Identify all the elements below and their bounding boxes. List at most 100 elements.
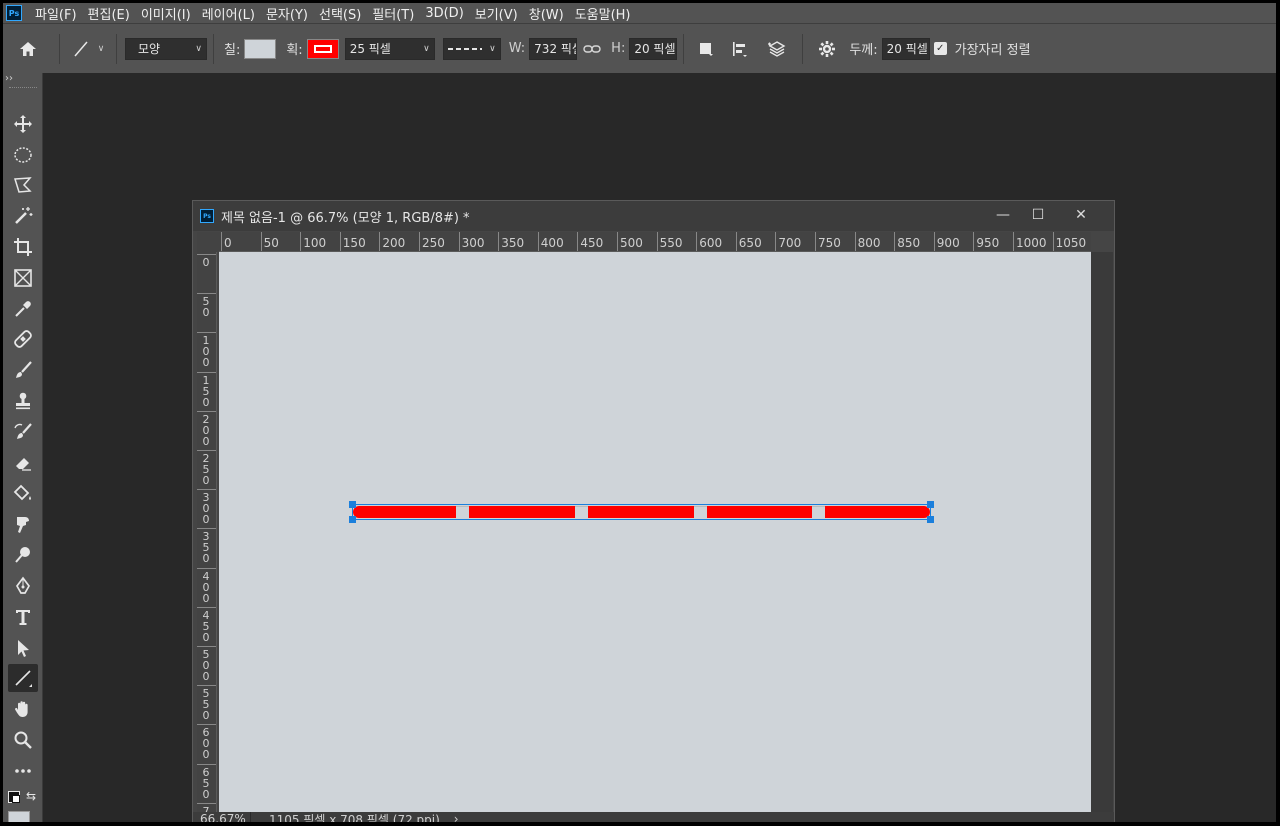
separator <box>116 33 117 64</box>
polygon-lasso-icon[interactable] <box>8 171 38 199</box>
menu-window[interactable]: 창(W) <box>529 4 564 23</box>
swap-colors-icon[interactable]: ⇆ <box>26 789 36 803</box>
menu-edit[interactable]: 편집(E) <box>88 4 130 23</box>
menu-type[interactable]: 문자(Y) <box>266 4 308 23</box>
maximize-button[interactable]: ☐ <box>1023 205 1053 225</box>
separator <box>59 33 60 64</box>
crop-icon[interactable] <box>8 233 38 261</box>
ruler-tick <box>197 489 216 491</box>
mode-select[interactable]: 모양 ∨ <box>125 37 207 60</box>
options-bar: ∨ 모양 ∨ 칠: 획: 25 픽셀 ∨ ∨ W: 732 픽셀 H: 20 픽… <box>3 23 1276 73</box>
vertical-ruler[interactable]: 0 50 100 150 200 250 300 350 400 450 500 550 600 650 7… <box>197 252 217 812</box>
tools-panel: ›› ⇆ <box>3 73 43 822</box>
ruler-label: 350 <box>501 236 525 250</box>
tool-preset-picker[interactable]: ∨ <box>66 39 110 59</box>
ruler-label: 0 <box>224 236 232 250</box>
frame-icon[interactable] <box>8 264 38 292</box>
type-icon[interactable] <box>8 603 38 631</box>
ruler-tick <box>197 371 216 373</box>
close-button[interactable]: ✕ <box>1066 205 1096 225</box>
brush-icon[interactable] <box>8 356 38 384</box>
transform-handle-top-right[interactable] <box>927 501 934 508</box>
ruler-label: 450 <box>202 608 210 644</box>
eraser-icon[interactable] <box>8 449 38 477</box>
smudge-icon[interactable] <box>8 510 38 538</box>
ruler-label: 0 <box>202 256 210 269</box>
zoom-level[interactable]: 66.67% <box>193 812 251 822</box>
history-brush-icon[interactable] <box>8 418 38 446</box>
fill-label: 칠: <box>224 43 241 58</box>
ruler-label: 800 <box>857 236 881 250</box>
height-field[interactable]: 20 픽셀 <box>629 37 678 60</box>
document-titlebar[interactable]: Ps 제목 없음-1 @ 66.7% (모양 1, RGB/8#) * — ☐ … <box>193 201 1114 231</box>
width-field[interactable]: 732 픽셀 <box>529 37 578 60</box>
home-icon[interactable] <box>3 39 53 59</box>
move-tool-icon[interactable] <box>8 110 38 138</box>
menu-view[interactable]: 보기(V) <box>475 4 518 23</box>
status-menu-arrow[interactable]: › <box>454 812 459 822</box>
menu-image[interactable]: 이미지(I) <box>141 4 191 23</box>
healing-brush-icon[interactable] <box>8 325 38 353</box>
stroke-swatch[interactable] <box>306 38 339 59</box>
ruler-label: 650 <box>738 236 762 250</box>
transform-handle-top-left[interactable] <box>349 501 356 508</box>
zoom-icon[interactable] <box>8 726 38 754</box>
transform-handle-bottom-left[interactable] <box>349 516 356 523</box>
eyedropper-icon[interactable] <box>8 295 38 323</box>
gear-icon[interactable] <box>809 39 845 59</box>
fill-swatch[interactable] <box>244 38 277 59</box>
status-bar: 66.67% 1105 픽셀 x 708 픽셀 (72 ppi) › <box>193 812 1114 822</box>
stroke-width-select[interactable]: 25 픽셀 ∨ <box>344 37 435 60</box>
stroke-width-value: 25 픽셀 <box>349 42 391 56</box>
align-edges-checkbox[interactable]: ✓ <box>933 42 947 55</box>
default-colors-icon[interactable] <box>8 791 20 803</box>
ruler-origin[interactable] <box>197 232 219 252</box>
collapse-icon[interactable]: ›› <box>5 73 13 84</box>
ruler-label: 700 <box>778 236 802 250</box>
ruler-tick <box>815 232 816 251</box>
ruler-tick <box>933 232 935 251</box>
ruler-label: 100 <box>202 334 210 370</box>
line-tool-icon[interactable] <box>8 664 38 692</box>
ruler-label: 1050 <box>1055 236 1087 250</box>
path-arrangement-icon[interactable] <box>758 39 796 59</box>
menu-help[interactable]: 도움말(H) <box>575 4 631 23</box>
path-alignment-icon[interactable] <box>722 39 758 59</box>
line-tool-icon <box>74 41 88 56</box>
ruler-tick <box>197 410 216 412</box>
panel-grip[interactable] <box>9 87 37 89</box>
weight-field[interactable]: 20 픽셀 <box>881 37 930 60</box>
link-icon[interactable] <box>577 44 607 54</box>
photoshop-logo: Ps <box>6 5 22 21</box>
menu-file[interactable]: 파일(F) <box>35 4 77 23</box>
ruler-tick <box>197 254 216 255</box>
ruler-tick <box>973 232 975 251</box>
ruler-label: 200 <box>202 412 210 448</box>
more-tools-icon[interactable] <box>8 757 38 785</box>
hand-icon[interactable] <box>8 695 38 723</box>
ruler-label: 50 <box>202 295 210 320</box>
path-operations-icon[interactable] <box>690 39 722 59</box>
stroke-type-select[interactable]: ∨ <box>442 37 501 60</box>
stroke-icon <box>313 44 332 53</box>
ruler-tick <box>339 232 341 251</box>
foreground-color-swatch[interactable] <box>8 811 30 822</box>
ellipse-marquee-icon[interactable] <box>8 141 38 169</box>
dodge-icon[interactable] <box>8 541 38 569</box>
menu-3d[interactable]: 3D(D) <box>425 6 463 21</box>
horizontal-ruler[interactable]: 0 50 100 150 200 250 300 350 400 450 500 550 600 650 7… <box>219 232 1091 252</box>
paint-bucket-icon[interactable] <box>8 480 38 508</box>
clone-stamp-icon[interactable] <box>8 387 38 415</box>
menu-filter[interactable]: 필터(T) <box>372 4 414 23</box>
menu-select[interactable]: 선택(S) <box>319 4 361 23</box>
pen-icon[interactable] <box>8 572 38 600</box>
minimize-button[interactable]: — <box>988 205 1018 225</box>
vertical-scrollbar[interactable] <box>1091 252 1113 812</box>
chevron-down-icon: ∨ <box>489 43 496 54</box>
line-shape[interactable] <box>349 501 934 523</box>
document-canvas[interactable] <box>219 252 1091 812</box>
menu-layer[interactable]: 레이어(L) <box>202 4 255 23</box>
path-selection-icon[interactable] <box>8 634 38 662</box>
magic-wand-icon[interactable] <box>8 202 38 230</box>
transform-handle-bottom-right[interactable] <box>927 516 934 523</box>
